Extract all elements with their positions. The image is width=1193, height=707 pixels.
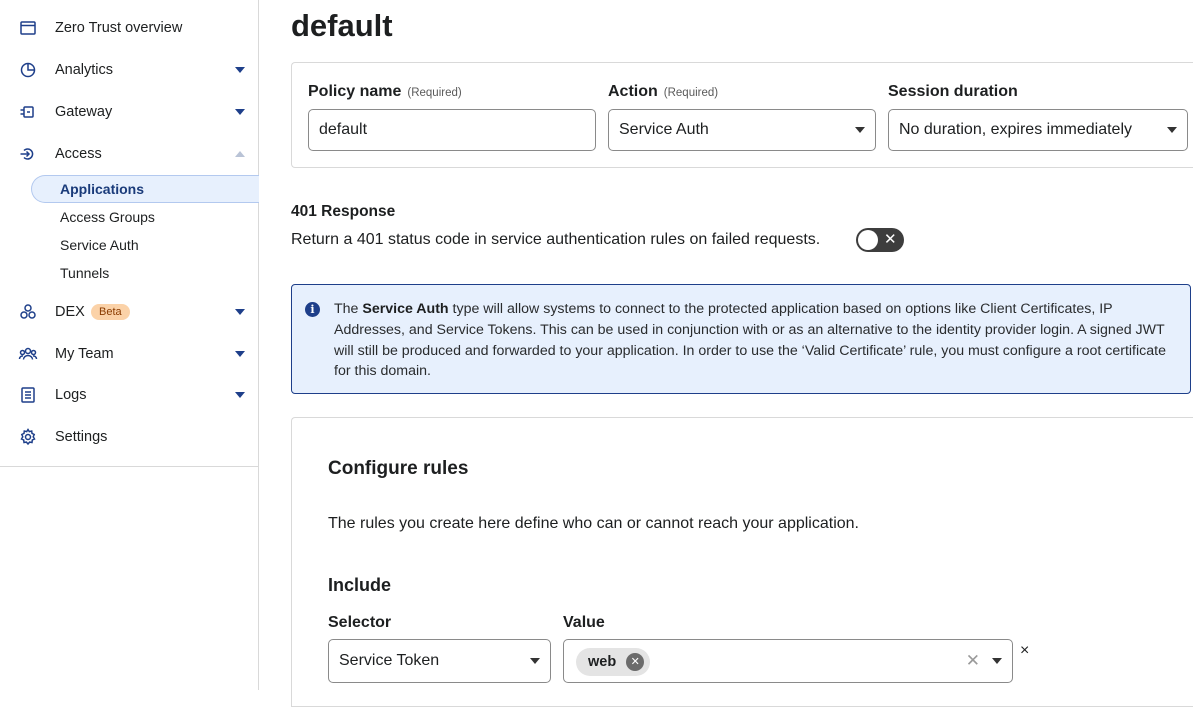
value-chip: web ✕ xyxy=(576,648,651,676)
policy-name-value: default xyxy=(319,121,368,138)
gateway-icon xyxy=(18,102,38,122)
info-text: The Service Auth type will allow systems… xyxy=(334,301,1166,380)
sidebar-item-label: Access xyxy=(55,146,102,162)
sidebar-item-zero-trust-overview[interactable]: Zero Trust overview xyxy=(0,8,258,48)
chevron-down-icon xyxy=(855,127,865,133)
configure-rules-title: Configure rules xyxy=(328,458,469,479)
value-chip-label: web xyxy=(588,654,617,670)
sidebar-item-my-team[interactable]: My Team xyxy=(0,334,258,374)
chevron-down-icon[interactable] xyxy=(235,309,245,315)
chevron-down-icon[interactable] xyxy=(235,351,245,357)
sidebar-item-analytics[interactable]: Analytics xyxy=(0,50,258,90)
main-content: default Policy name (Required) default Ac… xyxy=(259,0,1193,707)
remove-chip-icon[interactable]: ✕ xyxy=(626,653,645,671)
value-multiselect[interactable]: web ✕ ✕ xyxy=(563,639,1013,683)
sidebar-item-settings[interactable]: Settings xyxy=(0,417,258,457)
sidebar-subitem-tunnels[interactable]: Tunnels xyxy=(31,259,259,287)
chevron-down-icon[interactable] xyxy=(992,658,1002,664)
action-select[interactable]: Service Auth xyxy=(608,109,876,151)
remove-rule-button[interactable]: × xyxy=(1020,642,1029,660)
session-duration-label: Session duration xyxy=(888,83,1018,100)
sidebar-item-label: Analytics xyxy=(55,62,114,78)
close-icon: ✕ xyxy=(884,231,897,248)
page-title: default xyxy=(291,8,393,43)
chevron-up-icon[interactable] xyxy=(235,151,245,157)
gear-icon xyxy=(18,427,38,447)
selector-select[interactable]: Service Token xyxy=(328,639,551,683)
beta-badge: Beta xyxy=(91,304,130,320)
browser-window-icon xyxy=(18,18,38,38)
clear-icon[interactable]: ✕ xyxy=(966,651,980,671)
sidebar-item-label: Gateway xyxy=(55,104,113,120)
policy-name-input[interactable]: default xyxy=(308,109,596,151)
dex-icon xyxy=(18,302,38,322)
sidebar-subitem-applications[interactable]: Applications xyxy=(31,175,259,203)
sidebar-item-gateway[interactable]: Gateway xyxy=(0,92,258,132)
action-value: Service Auth xyxy=(619,121,709,138)
chevron-down-icon xyxy=(530,658,540,664)
policy-name-label: Policy name (Required) xyxy=(308,83,462,100)
include-title: Include xyxy=(328,575,392,595)
selector-label: Selector xyxy=(328,614,392,631)
chevron-down-icon[interactable] xyxy=(235,109,245,115)
configure-rules-description: The rules you create here define who can… xyxy=(328,515,859,532)
response-401-toggle[interactable]: ✕ xyxy=(856,228,904,252)
sidebar-item-label: Zero Trust overview xyxy=(55,20,183,36)
toggle-knob xyxy=(858,230,878,250)
sidebar-item-access[interactable]: Access xyxy=(0,134,258,174)
policy-settings-card: Policy name (Required) default Action (Req… xyxy=(291,62,1193,168)
team-icon xyxy=(18,344,38,364)
response-401-description: Return a 401 status code in service auth… xyxy=(291,231,821,248)
value-label: Value xyxy=(563,614,605,631)
pie-chart-icon xyxy=(18,60,38,80)
logs-icon xyxy=(18,385,38,405)
sidebar-item-logs[interactable]: Logs xyxy=(0,375,258,415)
action-label: Action (Required) xyxy=(608,83,719,100)
sidebar-subitem-access-groups[interactable]: Access Groups xyxy=(31,203,259,231)
service-auth-info-callout: i The Service Auth type will allow syste… xyxy=(291,284,1191,394)
sidebar-item-label: My Team xyxy=(55,346,114,362)
sidebar: Zero Trust overview Analytics Gateway Ac… xyxy=(0,0,259,690)
configure-rules-card: Configure rules The rules you create her… xyxy=(291,417,1193,707)
access-icon xyxy=(18,144,38,164)
response-401-title: 401 Response xyxy=(291,203,396,220)
session-duration-select[interactable]: No duration, expires immediately xyxy=(888,109,1188,151)
chevron-down-icon[interactable] xyxy=(235,67,245,73)
chevron-down-icon[interactable] xyxy=(235,392,245,398)
sidebar-item-label: DEX xyxy=(55,304,85,320)
sidebar-item-dex[interactable]: DEX Beta xyxy=(0,292,258,332)
info-icon: i xyxy=(305,302,320,317)
sidebar-subitem-service-auth[interactable]: Service Auth xyxy=(31,231,259,259)
selector-value: Service Token xyxy=(339,652,440,669)
session-duration-value: No duration, expires immediately xyxy=(899,121,1132,138)
sidebar-divider xyxy=(0,466,258,467)
sidebar-item-label: Logs xyxy=(55,387,87,403)
sidebar-item-label: Settings xyxy=(55,429,108,445)
chevron-down-icon xyxy=(1167,127,1177,133)
